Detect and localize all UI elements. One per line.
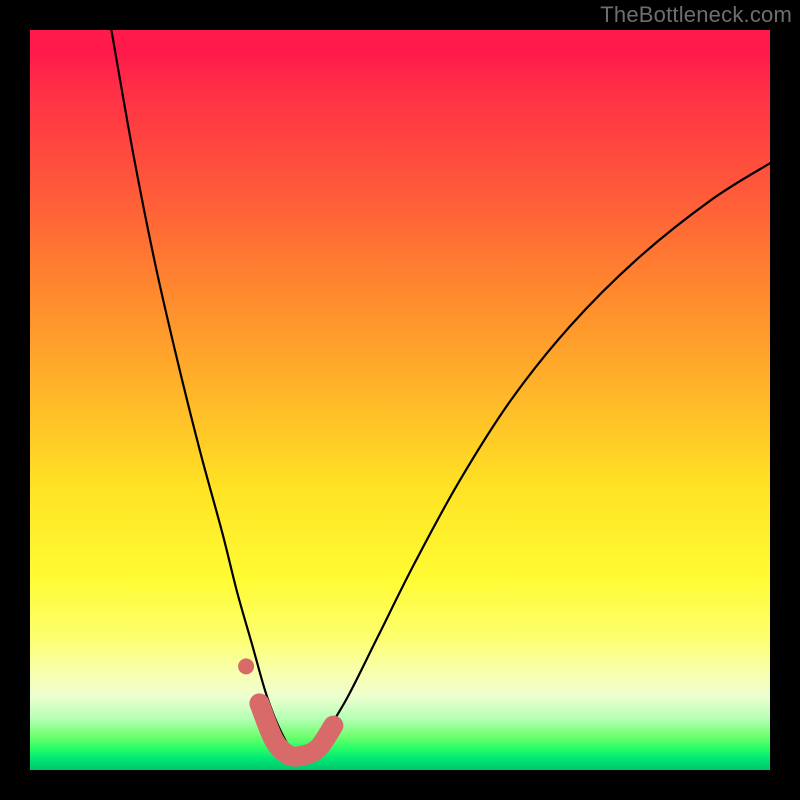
chart-frame: TheBottleneck.com: [0, 0, 800, 800]
plot-area: [30, 30, 770, 770]
watermark-text: TheBottleneck.com: [600, 2, 792, 28]
chart-svg: [30, 30, 770, 770]
highlight-segment: [259, 703, 333, 756]
bottleneck-curve: [111, 30, 770, 758]
highlight-dot: [238, 658, 254, 674]
